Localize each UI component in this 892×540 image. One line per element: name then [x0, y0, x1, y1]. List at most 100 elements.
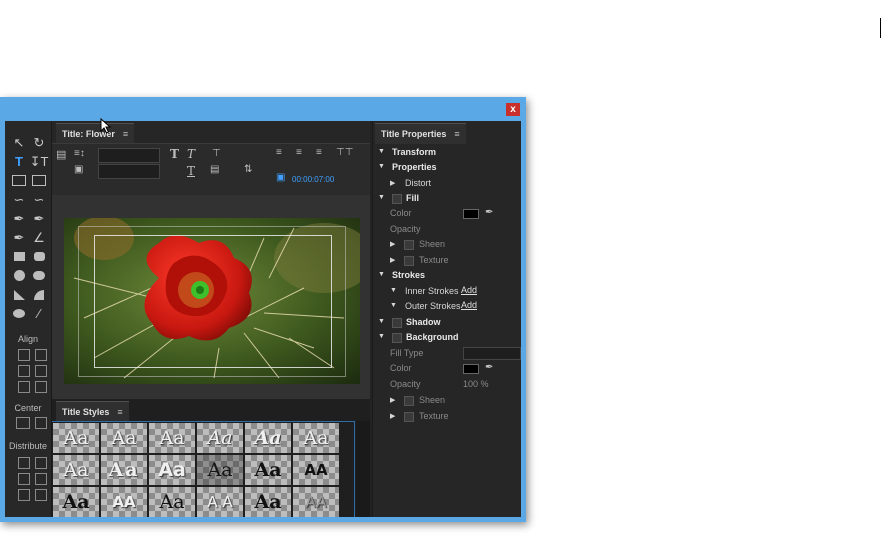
tab-title-properties[interactable]: Title Properties ≡ [375, 123, 466, 144]
align-text-right-icon[interactable]: ≡ [316, 147, 322, 158]
row-bg-texture[interactable]: ▶ Texture [373, 409, 521, 424]
background-video-timecode[interactable]: 00:00:07:00 [292, 175, 334, 184]
section-fill[interactable]: ▼ Fill [373, 191, 521, 206]
style-swatch[interactable]: Aa [101, 423, 147, 453]
add-outer-stroke-link[interactable]: Add [461, 300, 477, 310]
row-outer-strokes[interactable]: ▼ Outer Strokes Add [373, 299, 521, 314]
style-swatch[interactable]: AA [293, 455, 339, 485]
styles-panel-menu-icon[interactable]: ≡ [117, 407, 122, 417]
align-center-h-icon[interactable] [18, 365, 30, 377]
style-swatch[interactable]: Aa [245, 487, 291, 517]
eyedropper-icon[interactable]: ✒ [485, 207, 493, 218]
kerning-icon[interactable]: ▤ [210, 164, 219, 175]
expand-arrow-icon[interactable]: ▼ [378, 271, 385, 278]
style-swatch[interactable]: Aa [53, 423, 99, 453]
style-swatch[interactable]: Aa [149, 455, 195, 485]
section-shadow[interactable]: ▼ Shadow [373, 315, 521, 330]
font-family-dropdown[interactable] [98, 148, 160, 163]
center-vertical-icon[interactable] [35, 417, 47, 429]
section-strokes[interactable]: ▼ Strokes [373, 268, 521, 283]
collapse-arrow-icon[interactable]: ▶ [390, 396, 395, 404]
convert-anchor-tool-icon[interactable]: ∠ [29, 228, 49, 247]
close-button[interactable]: x [506, 103, 520, 116]
align-text-left-icon[interactable]: ≡ [276, 147, 282, 158]
props-panel-menu-icon[interactable]: ≡ [454, 129, 459, 139]
distribute-left-icon[interactable] [18, 457, 30, 469]
style-swatch[interactable]: Aa [53, 455, 99, 485]
expand-arrow-icon[interactable]: ▼ [390, 302, 397, 309]
expand-arrow-icon[interactable]: ▼ [378, 163, 385, 170]
align-left-icon[interactable] [18, 349, 30, 361]
shadow-checkbox[interactable] [392, 318, 402, 328]
expand-arrow-icon[interactable]: ▼ [378, 148, 385, 155]
collapse-arrow-icon[interactable]: ▶ [390, 412, 395, 420]
rounded-rectangle-tool-icon[interactable] [29, 247, 49, 266]
font-style-dropdown[interactable] [98, 164, 160, 179]
fill-color-swatch[interactable] [463, 209, 479, 219]
background-checkbox[interactable] [392, 333, 402, 343]
fill-type-dropdown[interactable] [463, 347, 521, 360]
distribute-top-icon[interactable] [18, 489, 30, 501]
expand-arrow-icon[interactable]: ▼ [378, 333, 385, 340]
style-swatch[interactable]: Aa [101, 455, 147, 485]
vertical-type-tool-icon[interactable]: ↧T [29, 152, 49, 171]
style-swatch[interactable]: AA [293, 487, 339, 517]
align-center-v-icon[interactable] [35, 365, 47, 377]
underline-icon[interactable]: T [187, 164, 195, 178]
rotation-tool-icon[interactable]: ↻ [29, 133, 49, 152]
distribute-even-icon[interactable] [35, 473, 47, 485]
vertical-path-type-tool-icon[interactable]: ∽ [29, 190, 49, 209]
row-texture[interactable]: ▶ Texture [373, 253, 521, 268]
row-distort[interactable]: ▶ Distort [373, 176, 521, 191]
style-swatch[interactable]: A A [197, 487, 243, 517]
area-type-tool-icon[interactable] [9, 171, 29, 190]
delete-anchor-tool-icon[interactable]: ✒ [29, 209, 49, 228]
bg-sheen-checkbox[interactable] [404, 396, 414, 406]
align-right-icon[interactable] [35, 349, 47, 361]
sheen-checkbox[interactable] [404, 240, 414, 250]
new-title-icon[interactable]: ▤ [56, 148, 66, 161]
align-text-center-icon[interactable]: ≡ [296, 147, 302, 158]
arc-tool-icon[interactable] [29, 285, 49, 304]
rounded-corner-tool-icon[interactable] [29, 266, 49, 285]
expand-arrow-icon[interactable]: ▼ [390, 287, 397, 294]
tab-stops-icon[interactable]: ⊤⊤ [336, 147, 353, 158]
section-transform[interactable]: ▼ Transform [373, 145, 521, 160]
distribute-right-icon[interactable] [35, 457, 47, 469]
italic-icon[interactable]: T [187, 147, 195, 161]
style-swatch[interactable]: Aa [293, 423, 339, 453]
roll-crawl-icon[interactable]: ≡↕ [74, 148, 85, 159]
distribute-center-icon[interactable] [18, 473, 30, 485]
expand-arrow-icon[interactable]: ▼ [378, 194, 385, 201]
expand-arrow-icon[interactable]: ▼ [378, 318, 385, 325]
align-top-icon[interactable] [18, 381, 30, 393]
fill-checkbox[interactable] [392, 194, 402, 204]
show-background-video-icon[interactable]: ▣ [276, 172, 285, 183]
style-swatch[interactable]: Aa [245, 455, 291, 485]
section-background[interactable]: ▼ Background [373, 330, 521, 345]
collapse-arrow-icon[interactable]: ▶ [390, 240, 395, 248]
tab-title-styles[interactable]: Title Styles ≡ [56, 401, 129, 422]
line-tool-icon[interactable]: ∕ [29, 304, 49, 323]
templates-icon[interactable]: ▣ [74, 164, 83, 175]
center-horizontal-icon[interactable] [16, 417, 30, 429]
ellipse-small-tool-icon[interactable] [9, 304, 29, 323]
add-inner-stroke-link[interactable]: Add [461, 285, 477, 295]
leading-icon[interactable]: ⇅ [244, 164, 252, 175]
style-swatch[interactable]: Aa [245, 423, 291, 453]
style-swatch[interactable]: AA [101, 487, 147, 517]
align-bottom-icon[interactable] [35, 381, 47, 393]
row-inner-strokes[interactable]: ▼ Inner Strokes Add [373, 284, 521, 299]
bg-opacity-value[interactable]: 100 % [463, 379, 489, 389]
type-tool-icon[interactable]: T [9, 152, 29, 171]
row-sheen[interactable]: ▶ Sheen [373, 237, 521, 252]
path-type-tool-icon[interactable]: ∽ [9, 190, 29, 209]
bg-color-swatch[interactable] [463, 364, 479, 374]
style-swatch[interactable]: Aa [149, 487, 195, 517]
styles-scrollbar[interactable] [356, 421, 370, 517]
distribute-bottom-icon[interactable] [35, 489, 47, 501]
style-swatch[interactable]: Aa [197, 455, 243, 485]
row-bg-sheen[interactable]: ▶ Sheen [373, 393, 521, 408]
texture-checkbox[interactable] [404, 256, 414, 266]
add-anchor-tool-icon[interactable]: ✒ [9, 228, 29, 247]
